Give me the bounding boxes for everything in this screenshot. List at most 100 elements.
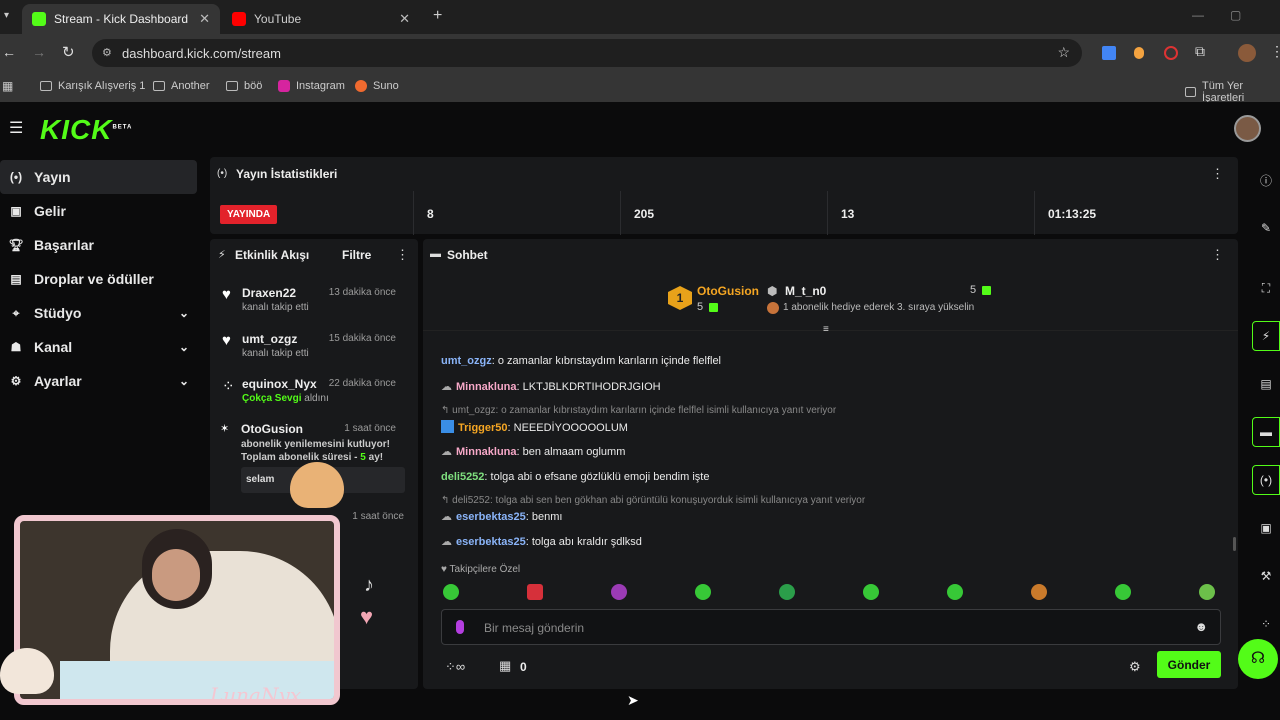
right-rail: ⓘ ✎ ⛶ ⚡︎ ▤ ▬ (•) ▣ ⚒ ⁘ ☊: [1238, 160, 1280, 690]
emoji-picker-icon[interactable]: ☻: [1194, 619, 1208, 634]
sidebar-item-basarilar[interactable]: 🏆︎ Başarılar: [0, 228, 205, 262]
rank-badge: 1: [668, 286, 692, 310]
shield-extension-icon[interactable]: [1164, 46, 1178, 60]
activity-menu-icon[interactable]: ⋮: [396, 247, 409, 263]
chat-reply-context[interactable]: ↰ umt_ozgz: o zamanlar kıbrıstaydım karı…: [441, 405, 836, 416]
emote[interactable]: [1031, 584, 1047, 600]
event-user[interactable]: Draxen22: [242, 286, 296, 300]
translate-extension-icon[interactable]: [1102, 46, 1116, 60]
chat-username[interactable]: Trigger50: [458, 422, 508, 434]
filter-button[interactable]: Filtre: [342, 248, 371, 262]
event-user[interactable]: equinox_Nyx: [242, 377, 317, 391]
close-tab-icon[interactable]: ✕: [199, 11, 210, 27]
event-user[interactable]: OtoGusion: [241, 422, 303, 436]
forward-icon[interactable]: →: [32, 44, 46, 60]
notes-icon[interactable]: ▤: [1252, 369, 1280, 399]
event-user[interactable]: umt_ozgz: [242, 332, 297, 346]
send-button[interactable]: Gönder: [1157, 651, 1221, 678]
chat-username[interactable]: deli5252: [441, 471, 484, 483]
profile-avatar-icon[interactable]: [1238, 44, 1256, 62]
chat-settings-icon[interactable]: ⚙: [1129, 659, 1141, 675]
url-bar[interactable]: ⚙ dashboard.kick.com/stream ☆: [92, 39, 1082, 67]
chat-username[interactable]: Minnakluna: [456, 381, 517, 393]
kicks-icon[interactable]: ⁘: [1252, 609, 1280, 639]
bookmark-folder[interactable]: Another: [153, 80, 210, 92]
emote[interactable]: [863, 584, 879, 600]
chat-toggle-icon[interactable]: ▬: [1252, 417, 1280, 447]
sidebar-item-gelir[interactable]: ▣ Gelir: [0, 194, 205, 228]
extension-icon[interactable]: [1134, 47, 1144, 59]
bookmark-folder[interactable]: böö: [226, 80, 262, 92]
bookmark-folder[interactable]: Karışık Alışveriş 1: [40, 80, 145, 92]
emote[interactable]: [443, 584, 459, 600]
browser-menu-icon[interactable]: ⋮: [1270, 43, 1280, 60]
emote[interactable]: [779, 584, 795, 600]
chat-menu-icon[interactable]: ⋮: [1211, 247, 1224, 263]
hamburger-menu-icon[interactable]: ☰: [9, 118, 23, 138]
webcam-overlay: LunaNyx: [14, 515, 340, 705]
stream-toggle-icon[interactable]: (•): [1252, 465, 1280, 495]
chevron-down-icon[interactable]: ⌄: [179, 340, 189, 354]
minimize-icon[interactable]: —: [1192, 8, 1204, 22]
emote[interactable]: [1115, 584, 1131, 600]
tab-list-chevron-icon[interactable]: ▾: [4, 10, 9, 21]
followers-only-notice: ♥ Takipçilere Özel: [441, 564, 520, 575]
chevron-down-icon[interactable]: ⌄: [179, 374, 189, 388]
bookmark-star-icon[interactable]: ☆: [1057, 44, 1070, 61]
emote[interactable]: [695, 584, 711, 600]
focus-icon[interactable]: ⛶: [1252, 273, 1280, 303]
bookmark-suno[interactable]: Suno: [355, 80, 399, 92]
emote[interactable]: [611, 584, 627, 600]
chat-text: LKTJBLKDRTIHODRJGIOH: [522, 381, 661, 393]
sidebar-item-ayarlar[interactable]: ⚙ Ayarlar ⌄: [0, 364, 205, 398]
store-icon[interactable]: ▦: [499, 658, 511, 674]
tab-youtube[interactable]: YouTube ✕: [222, 4, 420, 34]
chat-username[interactable]: Minnakluna: [456, 446, 517, 458]
activity-toggle-icon[interactable]: ⚡︎: [1252, 321, 1280, 351]
edit-icon[interactable]: ✎: [1252, 213, 1280, 243]
site-info-icon[interactable]: ⚙: [102, 46, 112, 59]
wrench-icon[interactable]: ⚒: [1252, 561, 1280, 591]
gifter-name[interactable]: OtoGusion: [697, 284, 759, 298]
gifter-name[interactable]: M_t_n0: [785, 284, 826, 298]
expand-pin-icon[interactable]: ≡: [823, 324, 829, 335]
sidebar-item-label: Başarılar: [34, 237, 94, 253]
new-tab-icon[interactable]: +: [433, 7, 442, 25]
emote[interactable]: [1199, 584, 1215, 600]
channel-icon: ☗: [10, 340, 22, 354]
tab-kick-dashboard[interactable]: Stream - Kick Dashboard ✕: [22, 4, 220, 34]
chat-username[interactable]: eserbektas25: [456, 511, 526, 523]
user-badge-icon: ☁: [441, 446, 452, 458]
reload-icon[interactable]: ↻: [62, 43, 75, 61]
user-badge-icon: [441, 420, 454, 433]
close-tab-icon[interactable]: ✕: [399, 11, 410, 27]
chat-reply-context[interactable]: ↰ deli5252: tolga abi sen ben gökhan abi…: [441, 495, 865, 506]
maximize-icon[interactable]: ▢: [1230, 8, 1241, 22]
kicks-icon[interactable]: ⁘∞: [445, 659, 465, 675]
chevron-down-icon[interactable]: ⌄: [179, 306, 189, 320]
apps-grid-icon[interactable]: ▦: [2, 79, 13, 93]
microphone-icon[interactable]: [456, 620, 464, 634]
layout-icon[interactable]: ▣: [1252, 513, 1280, 543]
sidebar-item-studyo[interactable]: ⌖ Stüdyo ⌄: [0, 296, 205, 330]
extensions-puzzle-icon[interactable]: ⧉: [1195, 43, 1205, 60]
all-bookmarks[interactable]: Tüm Yer İşaretleri: [1185, 80, 1280, 104]
kick-logo[interactable]: KICKBETA: [40, 114, 132, 146]
back-icon[interactable]: ←: [2, 44, 16, 60]
sidebar-item-kanal[interactable]: ☗ Kanal ⌄: [0, 330, 205, 364]
support-headset-icon[interactable]: ☊: [1238, 639, 1278, 679]
chat-input[interactable]: Bir mesaj gönderin ☻: [441, 609, 1221, 645]
stats-menu-icon[interactable]: ⋮: [1211, 166, 1224, 182]
chat-scrollbar[interactable]: [1233, 537, 1236, 551]
bookmark-instagram[interactable]: Instagram: [278, 80, 345, 92]
sidebar-item-droplar[interactable]: ▤ Droplar ve ödüller: [0, 262, 205, 296]
sidebar-item-label: Yayın: [34, 169, 71, 185]
emote[interactable]: [947, 584, 963, 600]
chat-message: ☁ Minnakluna: ben almaam oglumm: [441, 446, 626, 458]
chat-username[interactable]: umt_ozgz: [441, 355, 492, 367]
user-avatar[interactable]: [1234, 115, 1261, 142]
chat-username[interactable]: eserbektas25: [456, 536, 526, 548]
sidebar-item-yayin[interactable]: (•) Yayın: [0, 160, 197, 194]
info-icon[interactable]: ⓘ: [1252, 165, 1280, 195]
emote[interactable]: [527, 584, 543, 600]
